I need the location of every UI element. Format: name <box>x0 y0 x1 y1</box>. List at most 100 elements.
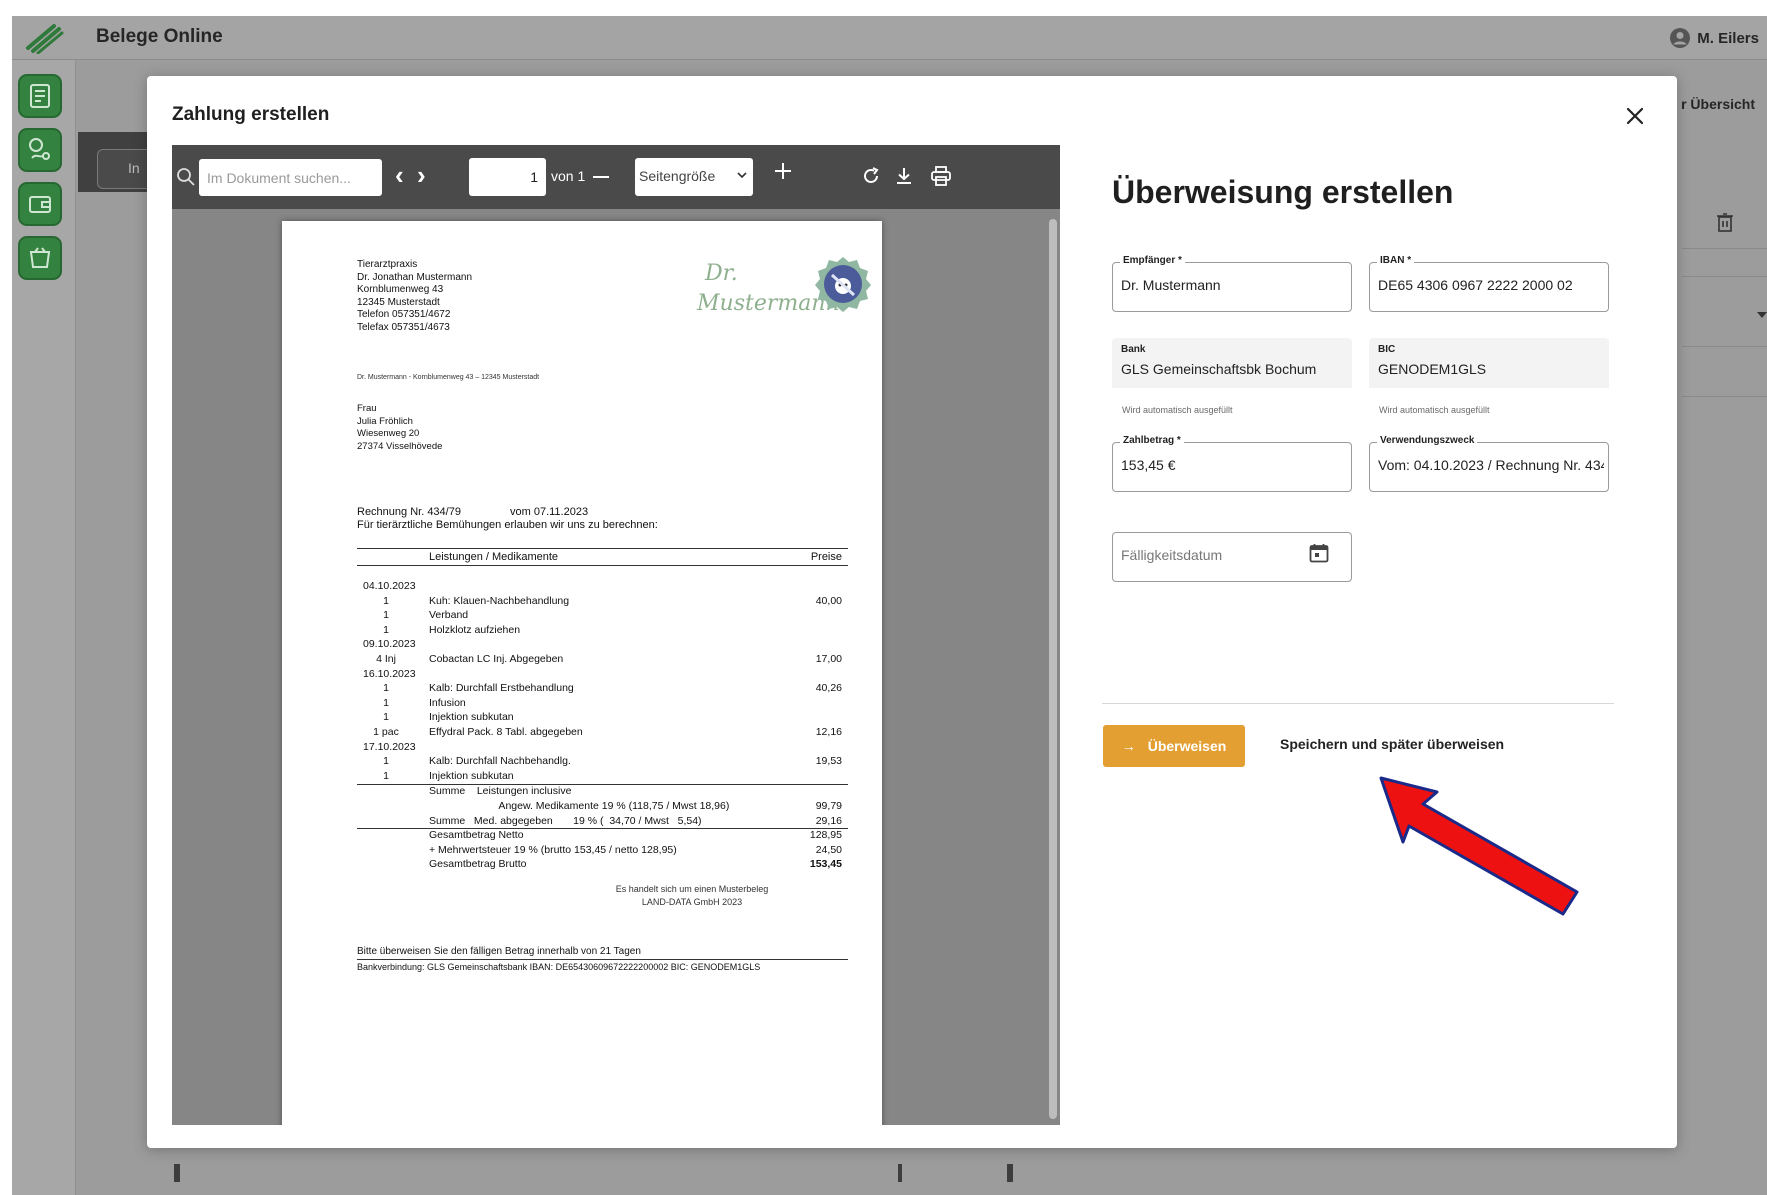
sum-price: 24,50 <box>815 843 842 856</box>
next-match-icon[interactable]: › <box>417 161 426 189</box>
recipient-field[interactable]: Empfänger * Dr. Mustermann <box>1112 255 1352 312</box>
payment-dialog: Zahlung erstellen ‹ › von 1 Seitengröße <box>147 76 1677 1148</box>
row-quantity: 1 <box>383 609 389 622</box>
rotate-icon[interactable] <box>860 165 882 187</box>
background-bar <box>898 1164 902 1182</box>
bic-label: BIC <box>1378 344 1396 355</box>
table-row: 1 Kalb: Durchfall Erstbehandlung 40,26 <box>357 682 848 697</box>
sender-line: 12345 Musterstadt <box>357 296 440 308</box>
download-icon[interactable] <box>893 165 915 187</box>
recipient-address: Frau Julia Fröhlich Wiesenweg 20 27374 V… <box>357 403 442 453</box>
money-flow-icon <box>29 138 50 160</box>
sender-line: Dr. Jonathan Mustermann <box>357 271 473 283</box>
receipt-icon <box>30 84 50 108</box>
app-title: Belege Online <box>96 26 223 47</box>
row-description: Verband <box>429 609 469 622</box>
row-description: Kalb: Durchfall Nachbehandlg. <box>429 755 571 768</box>
row-quantity: 1 <box>383 755 389 768</box>
sum-description: Summe Med. abgegeben 19 % ( 34,70 / Mwst… <box>429 814 702 827</box>
sidebar <box>12 60 76 1195</box>
back-to-overview-link[interactable]: r Übersicht <box>1681 96 1755 112</box>
sum-row: Summe Leistungen inclusive <box>357 785 848 800</box>
wallet-icon <box>29 196 51 213</box>
due-date-placeholder: Fälligkeitsdatum <box>1121 547 1223 563</box>
previous-match-icon[interactable]: ‹ <box>395 161 404 189</box>
document-search-input[interactable] <box>199 159 382 196</box>
recipient-label: Empfänger * <box>1120 255 1185 266</box>
print-icon[interactable] <box>930 165 952 187</box>
amount-value: 153,45 € <box>1121 457 1176 473</box>
sender-line: Telefon 057351/4672 <box>357 309 451 320</box>
table-row: 1 Injektion subkutan <box>357 711 848 726</box>
transfer-button-label: Überweisen <box>1147 738 1227 754</box>
invoice-header: Rechnung Nr. 434/79 vom 07.11.2023 Für t… <box>357 506 658 532</box>
row-price: 19,53 <box>815 755 842 768</box>
row-quantity: 1 <box>383 711 389 724</box>
header-description: Leistungen / Medikamente <box>429 551 559 563</box>
page-number-input[interactable] <box>469 158 546 196</box>
amount-field[interactable]: Zahlbetrag * 153,45 € <box>1112 435 1352 492</box>
chevron-down-icon[interactable] <box>1757 312 1767 318</box>
iban-label: IBAN * <box>1377 255 1415 266</box>
bic-hint: Wird automatisch ausgefüllt <box>1379 405 1490 415</box>
invoice-number: Rechnung Nr. 434/79 <box>357 506 461 518</box>
sender-line: Telefax 057351/4673 <box>357 321 450 333</box>
recipient-line: Wiesenweg 20 <box>357 428 420 439</box>
user-menu[interactable]: M. Eilers <box>1669 27 1759 49</box>
row-price: 17,00 <box>815 652 842 665</box>
trash-icon[interactable] <box>1716 212 1734 232</box>
bank-value: GLS Gemeinschaftsbk Bochum <box>1121 361 1317 377</box>
table-row: 1 Infusion <box>357 697 848 712</box>
dialog-title: Zahlung erstellen <box>172 104 330 125</box>
table-sums: Summe Leistungen inclusive Angew. Medika… <box>357 784 848 873</box>
amount-label: Zahlbetrag * <box>1120 435 1184 446</box>
row-description: Infusion <box>429 696 466 709</box>
purpose-field[interactable]: Verwendungszweck Vom: 04.10.2023 / Rechn… <box>1369 435 1609 492</box>
page-count: von 1 <box>551 168 586 184</box>
row-quantity: 1 <box>383 594 389 607</box>
row-quantity: 04.10.2023 <box>363 580 416 592</box>
sidebar-item-documents[interactable] <box>18 74 62 118</box>
save-later-button[interactable]: Speichern und später überweisen <box>1280 736 1504 752</box>
bic-field: BIC GENODEM1GLS <box>1369 338 1609 388</box>
calendar-icon[interactable] <box>1308 542 1330 564</box>
close-icon[interactable] <box>1623 104 1647 128</box>
sidebar-item-wallet[interactable] <box>18 182 62 226</box>
sum-row: + Mehrwertsteuer 19 % (brutto 153,45 / n… <box>357 844 848 859</box>
zoom-out-icon[interactable] <box>593 176 609 178</box>
iban-field[interactable]: IBAN * DE65 4306 0967 2222 2000 02 <box>1369 255 1609 312</box>
row-description: Holzklotz aufziehen <box>429 623 521 636</box>
sum-row: Summe Med. abgegeben 19 % ( 34,70 / Mwst… <box>357 815 848 830</box>
bank-field: Bank GLS Gemeinschaftsbk Bochum <box>1112 338 1352 388</box>
sender-line: Tierarztpraxis <box>357 259 418 270</box>
background-bar <box>174 1164 180 1182</box>
table-row: 1 Kalb: Durchfall Nachbehandlg. 19,53 <box>357 755 848 770</box>
pdf-page: Tierarztpraxis Dr. Jonathan Mustermann K… <box>282 221 882 1125</box>
sidebar-item-archive[interactable] <box>18 236 62 280</box>
invoice-date: vom 07.11.2023 <box>510 506 589 518</box>
row-description: Kuh: Klauen-Nachbehandlung <box>429 594 570 607</box>
sidebar-item-payments[interactable] <box>18 128 62 172</box>
pdf-viewer: ‹ › von 1 Seitengröße Tierarztpraxis Dr.… <box>172 145 1060 1125</box>
row-quantity: 1 <box>383 769 389 782</box>
chevron-down-icon <box>737 172 747 179</box>
due-date-field[interactable]: Fälligkeitsdatum <box>1112 532 1352 582</box>
payment-terms: Bitte überweisen Sie den fälligen Betrag… <box>357 946 848 960</box>
table-rows: 04.10.2023 1 Kuh: Klauen-Nachbehandlung 40,… <box>357 580 848 784</box>
transfer-button[interactable]: → Überweisen <box>1103 725 1245 767</box>
bank-hint: Wird automatisch ausgefüllt <box>1122 405 1233 415</box>
table-row: 1 Injektion subkutan <box>357 770 848 785</box>
pdf-scrollbar[interactable] <box>1049 219 1057 1119</box>
row-price: 40,26 <box>815 682 842 695</box>
zoom-select[interactable]: Seitengröße <box>635 158 753 196</box>
purpose-label: Verwendungszweck <box>1377 435 1478 446</box>
row-description: Kalb: Durchfall Erstbehandlung <box>429 682 574 695</box>
table-row: 17.10.2023 <box>357 741 848 756</box>
zoom-in-icon[interactable] <box>773 161 793 181</box>
user-name: M. Eilers <box>1697 29 1759 47</box>
sum-price: 99,79 <box>815 799 842 812</box>
sum-price: 128,95 <box>809 829 842 842</box>
purpose-value: Vom: 04.10.2023 / Rechnung Nr. 434/79 <box>1378 457 1604 473</box>
recipient-line: Julia Fröhlich <box>357 415 413 427</box>
table-row: 09.10.2023 <box>357 638 848 653</box>
